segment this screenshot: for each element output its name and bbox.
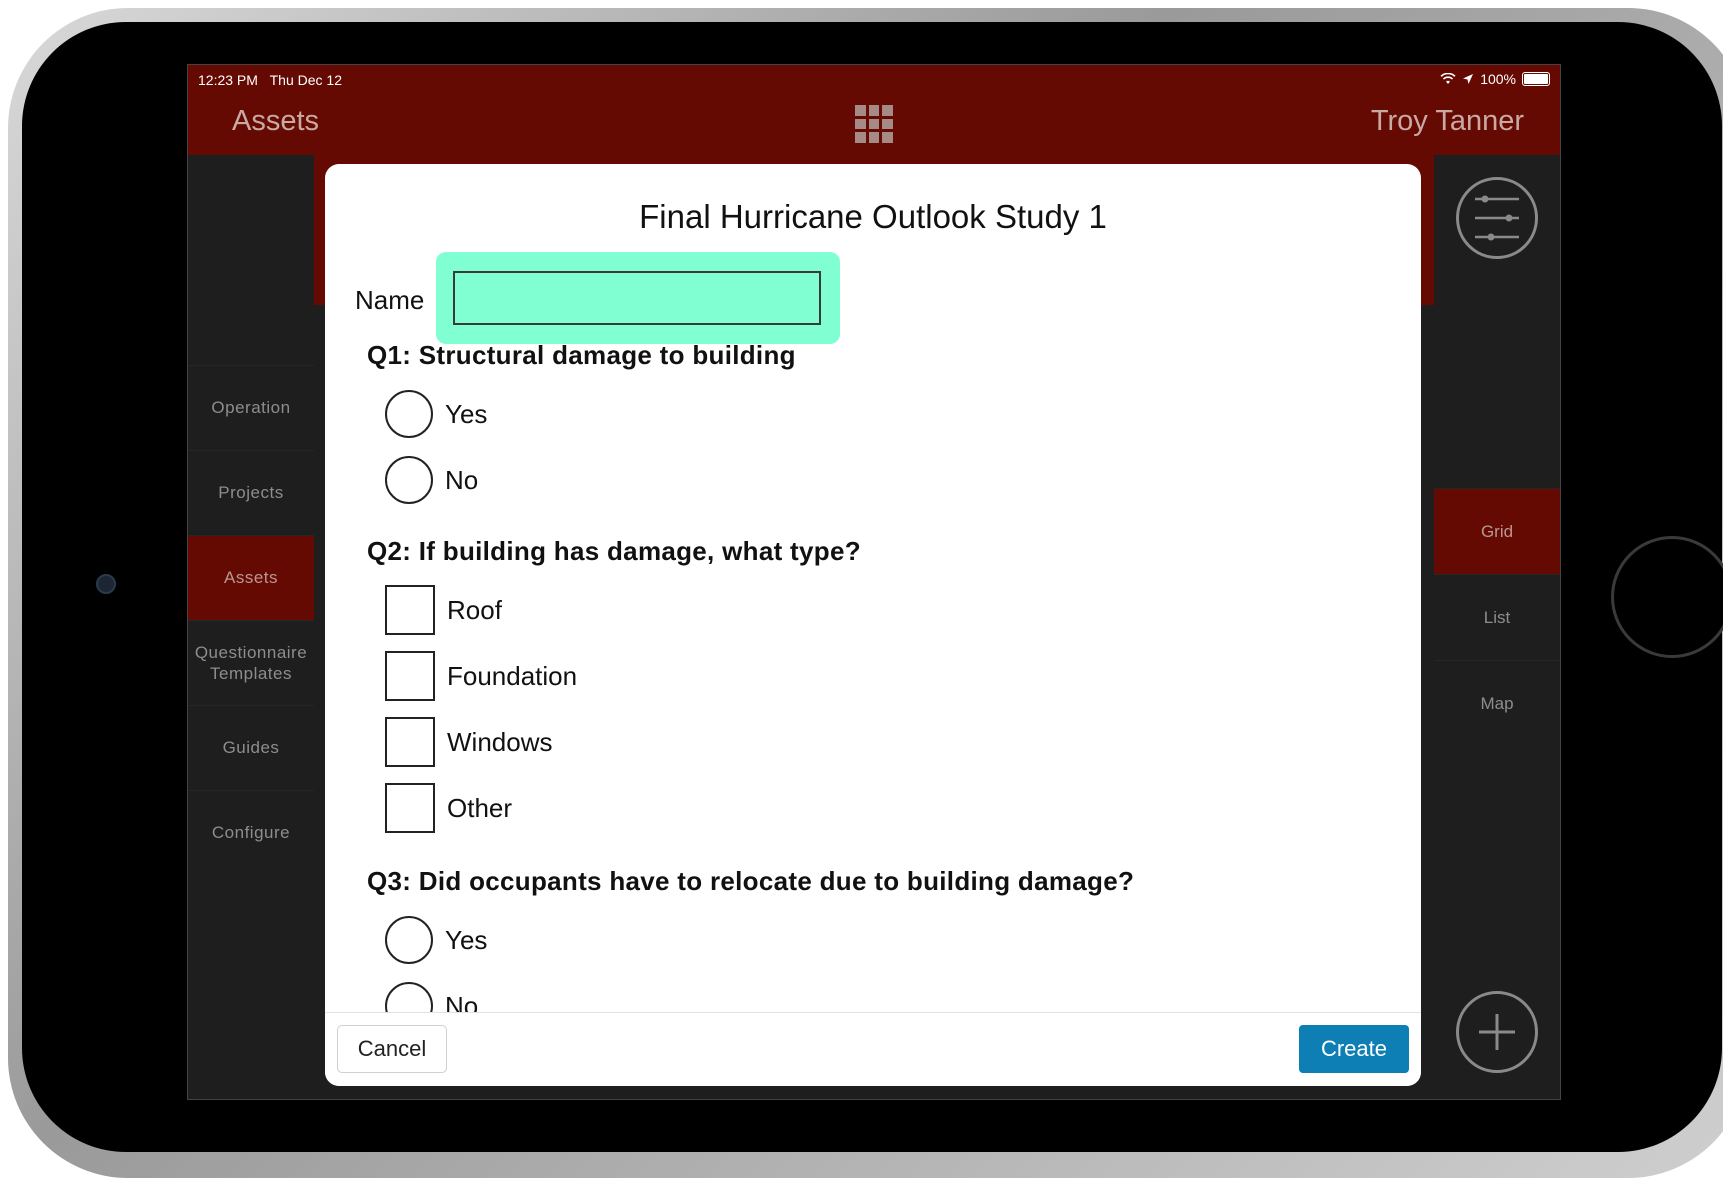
status-indicators: 100% [1440,71,1550,87]
questionnaire-modal: Final Hurricane Outlook Study 1 Name Q1:… [325,164,1421,1086]
battery-icon [1522,72,1550,86]
right-toolbar: Grid List Map [1434,155,1560,1099]
q2-option-roof[interactable]: Roof [385,585,502,635]
q1-option-yes[interactable]: Yes [385,390,487,438]
time-text: 12:23 PM [198,72,258,88]
plus-glyph [1479,1014,1515,1050]
checkbox[interactable] [385,717,435,767]
nav-title: Assets [232,105,320,137]
q2-option-windows[interactable]: Windows [385,717,552,767]
modal-footer: Cancel Create [325,1012,1421,1086]
sidebar-item-label: Projects [218,483,284,502]
checkbox[interactable] [385,651,435,701]
status-bar: 12:23 PM Thu Dec 12 100% [188,65,1560,95]
radio-button[interactable] [385,456,433,504]
option-label: Other [447,792,513,823]
sidebar-item-label: Configure [211,823,291,842]
wifi-icon [1440,73,1456,84]
name-label: Name [355,285,425,315]
sidebar-item-label: Guides [222,738,280,757]
cancel-button[interactable]: Cancel [337,1025,447,1073]
view-list-button[interactable]: List [1434,574,1560,661]
q2-option-other[interactable]: Other [385,783,512,833]
camera [96,574,116,594]
option-label: Windows [447,726,553,757]
sidebar-item-operation[interactable]: Operation [188,365,314,450]
question-3: Q3: Did occupants have to relocate due t… [367,866,1135,896]
create-button[interactable]: Create [1299,1025,1409,1073]
question-1: Q1: Structural damage to building [367,340,796,370]
name-input[interactable] [453,271,821,325]
q2-option-foundation[interactable]: Foundation [385,651,577,701]
sliders-icon[interactable] [1456,177,1538,259]
sidebar-item-assets[interactable]: Assets [188,535,314,620]
option-label: Yes [445,924,488,955]
q3-option-yes[interactable]: Yes [385,916,487,964]
q1-option-no[interactable]: No [385,456,478,504]
sidebar-item-label: Operation [211,398,291,417]
question-2: Q2: If building has damage, what type? [367,536,861,566]
checkbox[interactable] [385,783,435,833]
option-label: Roof [447,594,502,625]
sliders-glyph [1475,195,1519,241]
sidebar-item-projects[interactable]: Projects [188,450,314,535]
battery-percent: 100% [1480,71,1516,87]
option-label: Foundation [447,660,578,691]
modal-title: Final Hurricane Outlook Study 1 [639,198,1107,235]
location-arrow-icon [1463,74,1474,84]
checkbox[interactable] [385,585,435,635]
sidebar-item-guides[interactable]: Guides [188,705,314,790]
sidebar-item-questionnaire-templates[interactable]: Questionnaire Templates [188,620,314,704]
top-nav-bar: 12:23 PM Thu Dec 12 100% Assets Troy Tan… [188,65,1560,155]
plus-icon[interactable] [1456,991,1538,1073]
view-map-label: Map [1480,694,1514,713]
date-text: Thu Dec 12 [269,72,342,88]
sidebar: Operation Projects Assets Questionnaire … [188,155,314,1099]
home-button[interactable] [1611,536,1723,658]
option-label: Yes [445,398,488,429]
sidebar-item-label: Assets [223,568,279,587]
view-list-label: List [1483,608,1511,627]
radio-button[interactable] [385,916,433,964]
grid-icon[interactable] [855,105,893,143]
sidebar-item-label: Questionnaire Templates [194,642,308,683]
option-label: No [445,464,479,495]
user-name[interactable]: Troy Tanner [1371,105,1524,138]
view-map-button[interactable]: Map [1434,660,1560,747]
view-grid-label: Grid [1480,522,1514,541]
radio-button[interactable] [385,390,433,438]
status-time: 12:23 PM Thu Dec 12 [198,72,342,88]
view-grid-button[interactable]: Grid [1434,488,1560,575]
sidebar-item-configure[interactable]: Configure [188,790,314,875]
